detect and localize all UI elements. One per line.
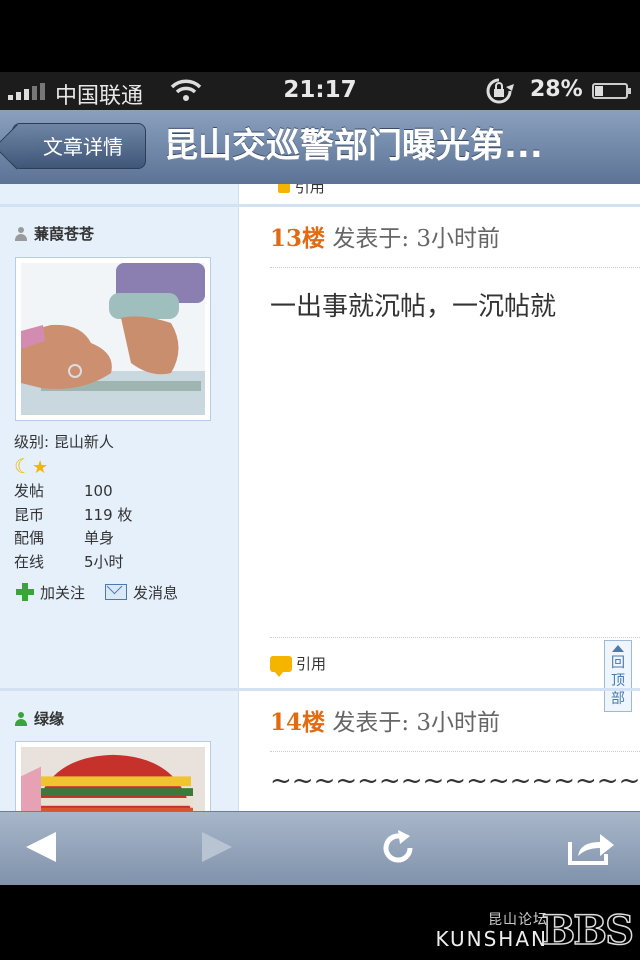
avatar[interactable] <box>15 257 211 421</box>
brand-en: KUNSHAN <box>435 927 548 951</box>
brand-bbs-logo: BBS <box>541 906 635 955</box>
username[interactable]: 蒹葭苍苍 <box>34 223 94 244</box>
floor-number: 13楼 <box>270 225 326 252</box>
user-level: 级别: 昆山新人 <box>14 433 114 451</box>
navigation-bar: 文章详情 昆山交巡警部门曝光第... <box>0 110 640 185</box>
stat-row: 发帖 100 <box>14 482 113 500</box>
refresh-icon <box>383 830 413 863</box>
user-actions: 加关注 发消息 <box>16 582 178 603</box>
message-button[interactable]: 发消息 <box>105 582 178 603</box>
left-arrow-icon <box>26 832 56 862</box>
quote-button[interactable]: 引用 <box>270 637 640 688</box>
avatar-image <box>21 747 205 811</box>
battery-percent: 28% <box>530 77 583 102</box>
footer: 昆山论坛 KUNSHAN BBS <box>0 885 640 960</box>
user-name-row[interactable]: 蒹葭苍苍 <box>14 223 94 244</box>
follow-button[interactable]: 加关注 <box>16 582 85 603</box>
page-title: 昆山交巡警部门曝光第... <box>164 126 543 166</box>
user-offline-icon <box>14 226 28 241</box>
forward-arrow-button[interactable] <box>200 830 234 868</box>
right-arrow-icon <box>202 832 232 862</box>
moon-icon: ☾ <box>14 454 32 478</box>
post-text: ~~~~~~~~~~~~~~~~~~~~~~~~~~~~~~ <box>270 766 640 796</box>
post-text: 一出事就沉帖，一沉帖就 <box>270 292 557 322</box>
post-body: 13楼 发表于: 3小时前 一出事就沉帖，一沉帖就 <box>270 207 640 323</box>
stat-row: 在线 5小时 <box>14 552 124 571</box>
refresh-button[interactable] <box>378 828 418 872</box>
stat-row: 昆币 119 枚 <box>14 505 133 524</box>
prev-post-sidebar <box>0 184 239 204</box>
back-button[interactable]: 文章详情 <box>12 123 146 169</box>
share-icon <box>568 834 614 865</box>
rotation-lock-icon <box>482 77 516 111</box>
user-online-icon <box>14 711 28 726</box>
up-arrow-icon <box>612 645 624 652</box>
level-badges: ☾★ <box>14 454 132 480</box>
user-info: 级别: 昆山新人 ☾★ 发帖 100 昆币 119 枚 配偶 单身 在线 5小时 <box>14 430 132 574</box>
post-time: 发表于: 3小时前 <box>332 226 501 252</box>
mail-icon <box>105 584 128 600</box>
prev-quote-fragment[interactable]: 引用 <box>278 184 325 197</box>
browser-toolbar <box>0 811 640 886</box>
back-button-label: 文章详情 <box>43 135 123 159</box>
share-button[interactable] <box>566 830 616 870</box>
quote-icon <box>270 656 292 677</box>
floor-number: 14楼 <box>270 709 326 736</box>
battery-icon <box>592 83 631 99</box>
back-arrow-button[interactable] <box>24 830 58 868</box>
post-header: 13楼 发表于: 3小时前 <box>270 207 640 268</box>
username[interactable]: 绿缘 <box>34 708 64 729</box>
user-name-row[interactable]: 绿缘 <box>14 708 64 729</box>
avatar-image <box>21 263 205 415</box>
post-body: 14楼 发表于: 3小时前 ~~~~~~~~~~~~~~~~~~~~~~~~~~… <box>270 691 640 796</box>
stat-row: 配偶 单身 <box>14 529 115 547</box>
post-time: 发表于: 3小时前 <box>332 710 501 736</box>
plus-icon <box>16 583 34 601</box>
brand-cn: 昆山论坛 <box>488 912 548 928</box>
thread-content[interactable]: 引用 蒹葭苍苍 级别: 昆山新人 ☾★ 发帖 100 昆币 119 枚 配偶 单身 在… <box>0 184 640 811</box>
avatar[interactable] <box>15 741 211 811</box>
quote-icon <box>278 184 290 193</box>
status-bar: 中国联通 21:17 28% <box>0 72 640 110</box>
post-header: 14楼 发表于: 3小时前 <box>270 691 640 752</box>
star-icon: ★ <box>31 457 49 478</box>
